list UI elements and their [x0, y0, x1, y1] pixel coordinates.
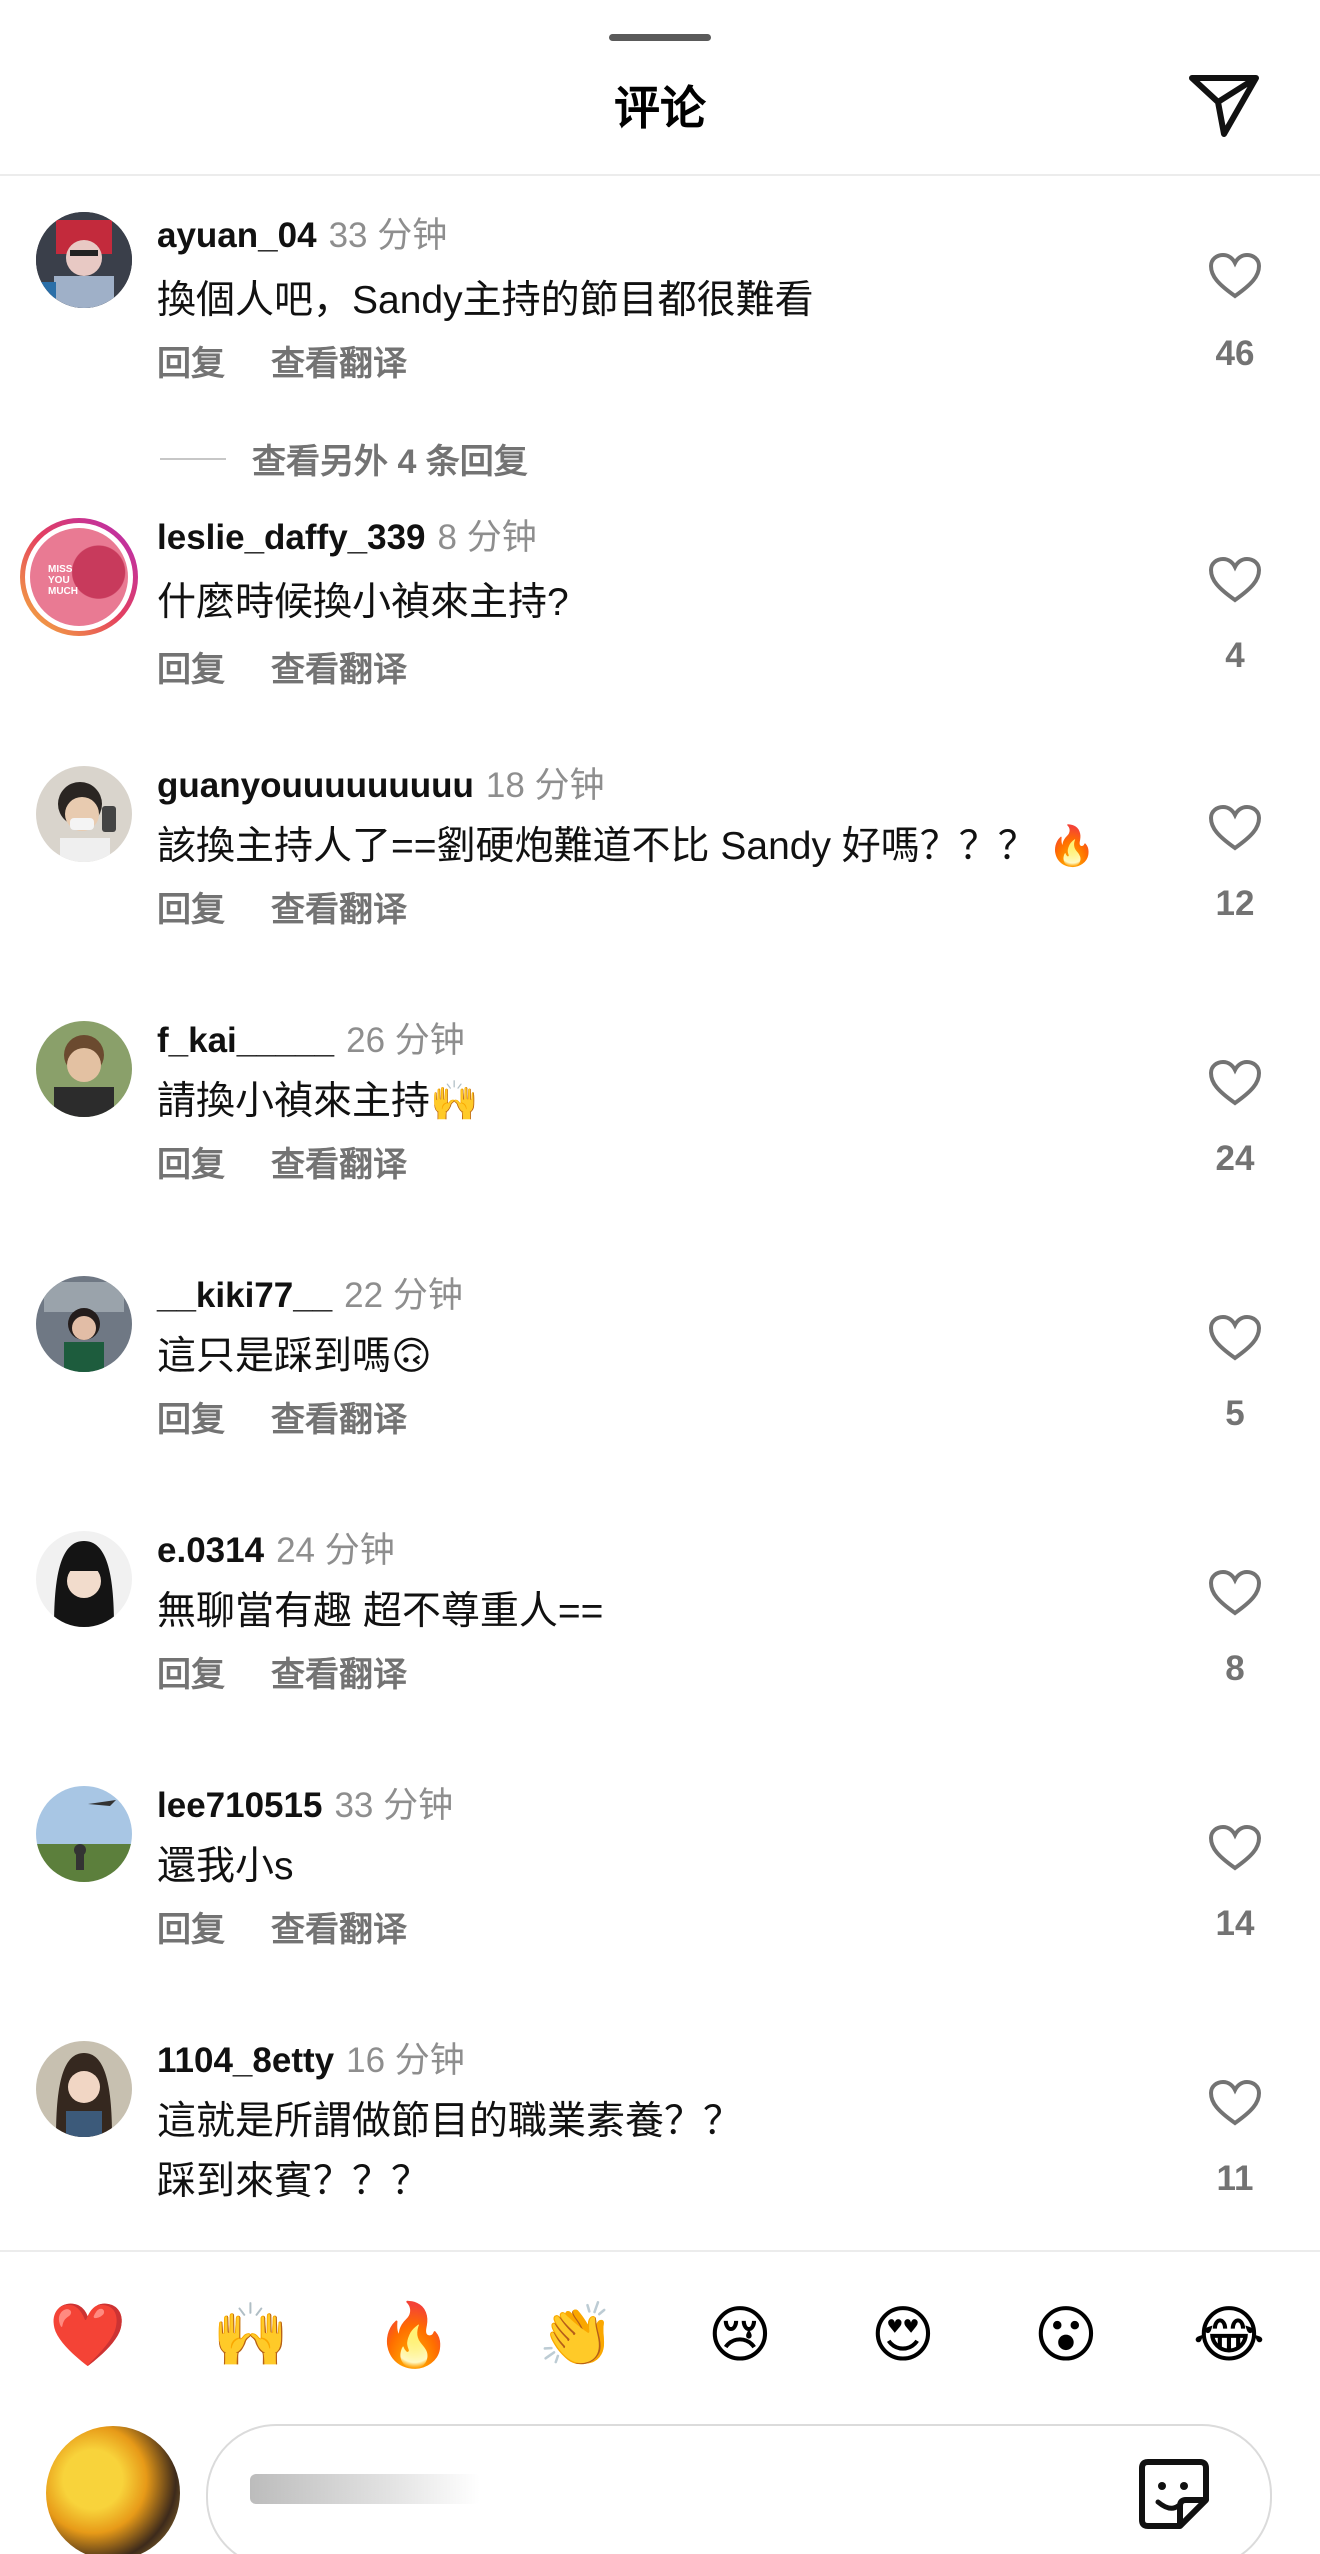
comment-item: __kiki77__ 22 分钟 這只是踩到嗎🙃 回复 查看翻译 5 — [0, 1274, 1320, 1504]
timestamp: 26 分钟 — [346, 1021, 465, 1060]
reply-button[interactable]: 回复 — [157, 891, 225, 929]
avatar[interactable]: MISS YOU MUCH — [20, 518, 138, 636]
timestamp: 18 分钟 — [485, 766, 605, 805]
like-count: 11 — [1216, 2159, 1254, 2198]
username[interactable]: f_kai_____ — [157, 1021, 334, 1060]
username[interactable]: e.0314 — [157, 1531, 264, 1570]
heart-outline-icon[interactable] — [1208, 1569, 1262, 1617]
comment-item: guanyouuuuuuuuu 18 分钟 該換主持人了==劉硬炮難道不比 San… — [0, 764, 1320, 994]
reply-button[interactable]: 回复 — [157, 1146, 225, 1184]
comment-item: e.0314 24 分钟 無聊當有趣 超不尊重人== 回复 查看翻译 8 — [0, 1529, 1320, 1759]
translate-button[interactable]: 查看翻译 — [271, 1401, 407, 1439]
header: 评论 — [0, 0, 1320, 176]
like-count: 4 — [1225, 636, 1245, 675]
like-count: 24 — [1215, 1139, 1255, 1178]
avatar[interactable] — [36, 1531, 132, 1627]
comment-item: MISS YOU MUCH leslie_daffy_339 8 分钟 什麼時候換… — [0, 516, 1320, 746]
reply-button[interactable]: 回复 — [157, 1656, 225, 1694]
reply-button[interactable]: 回复 — [157, 1911, 225, 1949]
translate-button[interactable]: 查看翻译 — [271, 1146, 407, 1184]
avatar[interactable] — [36, 2041, 132, 2137]
comment-text: 請換小禎來主持🙌 — [157, 1080, 479, 1123]
translate-button[interactable]: 查看翻译 — [271, 345, 407, 383]
comment-input[interactable] — [248, 2470, 652, 2516]
comment-input-box[interactable] — [206, 2424, 1272, 2554]
translate-button[interactable]: 查看翻译 — [271, 1911, 407, 1949]
comment-text: 該換主持人了==劉硬炮難道不比 Sandy 好嗎？？？ 🔥 — [157, 825, 1097, 868]
timestamp: 16 分钟 — [346, 2041, 465, 2080]
comment-item: lee710515 33 分钟 還我小s 回复 查看翻译 14 — [0, 1784, 1320, 2014]
username[interactable]: __kiki77__ — [157, 1276, 332, 1315]
username[interactable]: leslie_daffy_339 — [157, 518, 426, 557]
like-count: 14 — [1215, 1904, 1255, 1943]
comments-sheet: 评论 ayuan_04 33 分钟 換個人吧，Sandy主持的節目都很難看 回复… — [0, 0, 1320, 2554]
emoji-reaction-bar: ❤️ 🙌 🔥 👏 😢 😍 😮 😂 — [0, 2250, 1320, 2422]
heart-outline-icon[interactable] — [1208, 1314, 1262, 1362]
username[interactable]: ayuan_04 — [157, 216, 317, 255]
emoji-raised-hands[interactable]: 🙌 — [211, 2296, 291, 2376]
avatar[interactable] — [36, 766, 132, 862]
reply-button[interactable]: 回复 — [157, 1401, 225, 1439]
avatar[interactable] — [36, 1276, 132, 1372]
translate-button[interactable]: 查看翻译 — [271, 891, 407, 929]
page-title: 评论 — [614, 82, 706, 134]
like-count: 12 — [1215, 884, 1255, 923]
avatar[interactable] — [36, 1021, 132, 1117]
heart-outline-icon[interactable] — [1208, 2079, 1262, 2127]
heart-outline-icon[interactable] — [1208, 804, 1262, 852]
emoji-heart-eyes[interactable]: 😍 — [863, 2296, 943, 2376]
heart-outline-icon[interactable] — [1208, 1059, 1262, 1107]
comment-list[interactable]: ayuan_04 33 分钟 換個人吧，Sandy主持的節目都很難看 回复 查看翻译… — [0, 176, 1320, 2250]
emoji-crying[interactable]: 😢 — [700, 2296, 780, 2376]
translate-button[interactable]: 查看翻译 — [271, 1656, 407, 1694]
emoji-laughing[interactable]: 😂 — [1189, 2296, 1269, 2376]
heart-outline-icon[interactable] — [1208, 556, 1262, 604]
avatar[interactable] — [36, 1786, 132, 1882]
timestamp: 8 分钟 — [437, 518, 537, 557]
like-count: 8 — [1225, 1649, 1245, 1688]
comment-text: 還我小s — [157, 1845, 294, 1888]
comment-text: 無聊當有趣 超不尊重人== — [157, 1590, 604, 1633]
avatar-caption: MISS YOU MUCH — [48, 564, 78, 597]
comment-text: 這就是所謂做節目的職業素養？？ — [157, 2100, 743, 2143]
timestamp: 24 分钟 — [276, 1531, 395, 1570]
sticker-icon[interactable] — [1134, 2454, 1214, 2534]
comment-text: 換個人吧，Sandy主持的節目都很難看 — [157, 279, 814, 322]
emoji-surprised[interactable]: 😮 — [1026, 2296, 1106, 2376]
comment-text-line-2: 踩到來賓？？？ — [157, 2160, 431, 2203]
divider — [160, 457, 226, 460]
translate-button[interactable]: 查看翻译 — [271, 651, 407, 689]
reply-button[interactable]: 回复 — [157, 345, 225, 383]
avatar[interactable] — [36, 212, 132, 308]
send-icon[interactable] — [1188, 72, 1260, 138]
comment-item: ayuan_04 33 分钟 換個人吧，Sandy主持的節目都很難看 回复 查看翻译… — [0, 176, 1320, 481]
timestamp: 33 分钟 — [328, 216, 448, 255]
comment-item: f_kai_____ 26 分钟 請換小禎來主持🙌 回复 查看翻译 24 — [0, 1019, 1320, 1249]
timestamp: 33 分钟 — [334, 1786, 454, 1825]
heart-outline-icon[interactable] — [1208, 1824, 1262, 1872]
emoji-clap[interactable]: 👏 — [537, 2296, 617, 2376]
username[interactable]: 1104_8etty — [157, 2041, 334, 2080]
username[interactable]: lee710515 — [157, 1786, 322, 1825]
comment-composer — [0, 2422, 1320, 2554]
my-avatar[interactable] — [46, 2426, 180, 2554]
emoji-heart[interactable]: ❤️ — [48, 2296, 128, 2376]
view-more-replies[interactable]: 查看另外 4 条回复 — [160, 434, 528, 481]
comment-text: 這只是踩到嗎🙃 — [157, 1335, 432, 1378]
reply-button[interactable]: 回复 — [157, 651, 225, 689]
emoji-fire[interactable]: 🔥 — [374, 2296, 454, 2376]
heart-outline-icon[interactable] — [1208, 252, 1262, 300]
timestamp: 22 分钟 — [344, 1276, 463, 1315]
like-count: 5 — [1225, 1394, 1245, 1433]
comment-text: 什麼時候換小禎來主持? — [157, 581, 569, 624]
like-count: 46 — [1215, 334, 1255, 373]
username[interactable]: guanyouuuuuuuuu — [157, 766, 474, 805]
comment-item: 1104_8etty 16 分钟 這就是所謂做節目的職業素養？？ 踩到來賓？？？ … — [0, 2039, 1320, 2250]
